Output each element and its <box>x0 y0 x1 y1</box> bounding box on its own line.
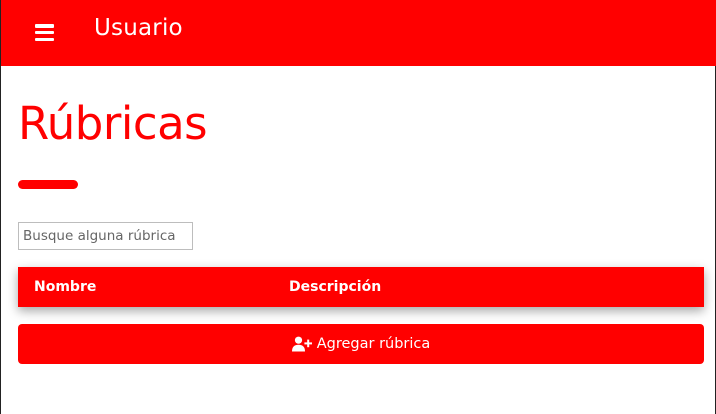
table-header: Nombre Descripción <box>18 267 704 307</box>
column-header-descripcion[interactable]: Descripción <box>289 267 381 307</box>
title-underline <box>18 180 78 189</box>
page-title: Rúbricas <box>18 97 208 150</box>
column-header-nombre[interactable]: Nombre <box>34 267 96 307</box>
add-rubric-label: Agregar rúbrica <box>316 336 431 352</box>
search-input[interactable] <box>18 222 193 250</box>
page-frame: Usuario Rúbricas Nombre Descripción Agre… <box>0 0 716 414</box>
hamburger-menu-icon[interactable] <box>35 24 54 41</box>
user-plus-icon <box>291 336 312 352</box>
top-navbar: Usuario <box>1 0 716 66</box>
navbar-title: Usuario <box>94 15 183 41</box>
add-rubric-button[interactable]: Agregar rúbrica <box>18 324 704 364</box>
